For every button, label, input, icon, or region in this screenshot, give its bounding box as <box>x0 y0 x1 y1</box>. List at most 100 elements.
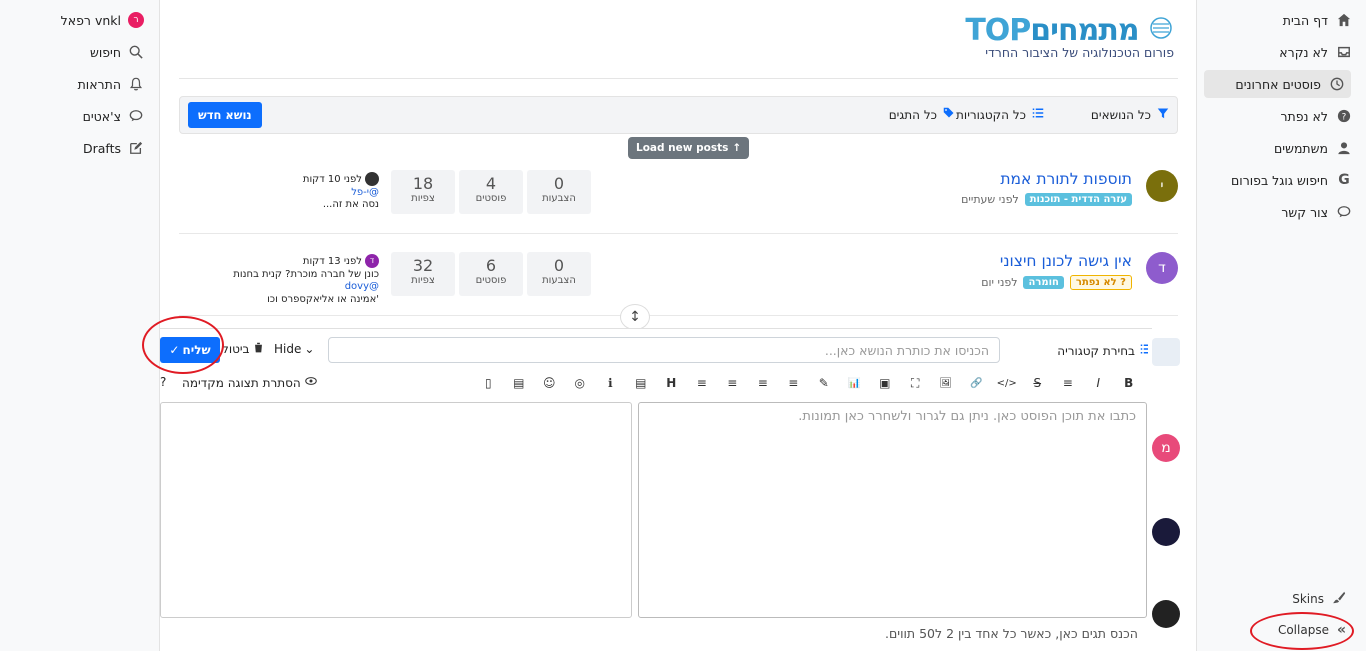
all-categories-filter[interactable]: כל הקטגוריות <box>956 107 1044 122</box>
avatar[interactable] <box>1152 600 1180 628</box>
hide-label: Hide <box>274 342 302 356</box>
tags-input[interactable]: הכנס תגים כאן, כאשר כל אחד בין 2 ל50 תוו… <box>885 626 1138 641</box>
align-center-button[interactable]: ≡ <box>748 376 779 390</box>
search-icon <box>128 44 144 60</box>
sidebar-item-label: פוסטים אחרונים <box>1235 76 1321 92</box>
align-justify-button[interactable]: ≡ <box>687 376 718 390</box>
topic-title[interactable]: אין גישה לכונן חיצוני <box>1000 252 1132 270</box>
sidebar-item-unread[interactable]: לא נקרא <box>1204 38 1366 66</box>
composer-resize-handle[interactable]: ↕ <box>620 304 650 330</box>
topic-toolbar: נושא חדש כל הנושאים כל הקטגוריות כל התגי… <box>179 96 1178 134</box>
sidebar-item-google-search[interactable]: חיפוש גוגל בפורום G <box>1204 166 1366 194</box>
drafts-button[interactable]: Drafts <box>0 135 150 161</box>
last-post-time: לפני 13 דקות <box>302 256 362 267</box>
votes-stat: 0 הצבעות <box>527 170 591 214</box>
posts-stat: 4 פוסטים <box>459 170 523 214</box>
user-menu[interactable]: רפאל vnkl ר <box>0 7 150 33</box>
topic-row[interactable]: י תוספות לתורת אמת עזרה הדדית - תוכנות ל… <box>179 152 1178 234</box>
last-post-teaser[interactable]: לפני 10 דקות @י-פל נסה את זה... <box>199 172 379 212</box>
heading-button[interactable]: H <box>656 376 687 390</box>
main-content: TOPמתמחים פורום הטכנולוגיה של הציבור החר… <box>160 0 1196 651</box>
avatar[interactable] <box>1152 338 1180 366</box>
bold-button[interactable]: B <box>1114 376 1145 390</box>
code-button[interactable]: </> <box>992 378 1023 389</box>
list-button[interactable]: ≡ <box>1053 376 1084 390</box>
svg-text:?: ? <box>1342 113 1347 123</box>
discard-label: ביטול <box>222 342 250 356</box>
sidebar-item-recent[interactable]: פוסטים אחרונים <box>1204 70 1351 98</box>
topic-title[interactable]: תוספות לתורת אמת <box>1000 170 1132 188</box>
all-topics-filter[interactable]: כל הנושאים <box>1091 107 1169 122</box>
sidebar-item-users[interactable]: משתמשים <box>1204 134 1366 162</box>
site-logo[interactable]: TOPמתמחים פורום הטכנולוגיה של הציבור החר… <box>965 14 1174 60</box>
topic-title-input[interactable]: הכניסו את כותרת הנושא כאן... <box>328 337 1000 363</box>
avatar[interactable]: מ <box>1152 434 1180 462</box>
topic-meta: עזרה הדדית - תוכנות לפני שעתיים <box>961 193 1132 206</box>
notifications-button[interactable]: התראות <box>0 71 150 97</box>
skins-button[interactable]: Skins <box>1292 590 1346 607</box>
info-button[interactable]: ℹ <box>595 376 626 390</box>
chats-label: צ'אטים <box>82 108 121 124</box>
align-left-button[interactable]: ≡ <box>778 376 809 390</box>
hide-button[interactable]: Hide ⌄ <box>274 342 314 356</box>
post-content-textarea[interactable]: כתבו את תוכן הפוסט כאן. ניתן גם לגרור ול… <box>638 402 1147 618</box>
skins-label: Skins <box>1292 591 1324 606</box>
chats-button[interactable]: צ'אטים <box>0 103 150 129</box>
topic-time: לפני שעתיים <box>961 193 1019 206</box>
category-selector[interactable]: בחירת קטגוריה <box>1057 343 1152 358</box>
last-post-user[interactable]: @י-פל <box>199 187 379 200</box>
sidebar-item-unsolved[interactable]: לא נפתר ? <box>1204 102 1366 130</box>
file-button[interactable]: ▤ <box>626 376 657 390</box>
preview-pane <box>160 402 632 618</box>
avatar[interactable]: ד <box>1146 252 1178 284</box>
color-button[interactable]: ✎ <box>809 376 840 390</box>
spoiler-button[interactable]: ◎ <box>565 376 596 390</box>
embed-button[interactable]: ▣ <box>870 376 901 390</box>
category-badge[interactable]: עזרה הדדית - תוכנות <box>1024 193 1132 206</box>
avatar[interactable] <box>1152 518 1180 546</box>
logo-subtitle: פורום הטכנולוגיה של הציבור החרדי <box>985 44 1174 60</box>
logo-title-latin: TOP <box>965 13 1031 48</box>
chart-button[interactable]: 📊 <box>839 378 870 389</box>
avatar[interactable]: י <box>1146 170 1178 202</box>
picture-button[interactable]: 🖼 <box>931 378 962 389</box>
filter-icon <box>1157 107 1169 122</box>
image-upload-button[interactable]: ▤ <box>504 376 535 390</box>
home-icon <box>1336 12 1352 28</box>
italic-button[interactable]: I <box>1083 376 1114 390</box>
search-button[interactable]: חיפוש <box>0 39 150 65</box>
last-post-user[interactable]: @dovy <box>345 281 379 292</box>
topic-meta: ? לא נפתר חומרה לפני יום <box>981 275 1132 290</box>
drafts-label: Drafts <box>82 140 121 156</box>
help-button[interactable]: ? <box>160 375 166 389</box>
category-badge[interactable]: חומרה <box>1023 276 1064 289</box>
unsolved-badge: ? לא נפתר <box>1069 275 1132 290</box>
all-topics-label: כל הנושאים <box>1090 107 1151 122</box>
last-post-teaser[interactable]: דלפני 13 דקות כונן של חברה מוכרת? קנית ב… <box>199 254 379 306</box>
link-button[interactable]: 🔗 <box>961 378 992 389</box>
file-upload-button[interactable]: ▯ <box>473 376 504 390</box>
align-right-button[interactable]: ≡ <box>717 376 748 390</box>
bell-icon <box>128 76 144 92</box>
chevron-down-icon: ⌄ <box>304 342 315 356</box>
sidebar-item-contact[interactable]: צור קשר <box>1204 198 1366 226</box>
strikethrough-button[interactable]: S <box>1022 376 1053 390</box>
annotation-circle <box>1250 612 1354 650</box>
inbox-icon <box>1336 44 1352 60</box>
all-categories-label: כל הקטגוריות <box>956 107 1026 122</box>
tags-icon <box>943 107 955 122</box>
new-topic-button[interactable]: נושא חדש <box>188 102 262 128</box>
all-tags-filter[interactable]: כל התגים <box>889 107 955 122</box>
formatting-toolbar: B I ≡ S </> 🔗 🖼 ⛶ ▣ 📊 ✎ ≡ ≡ ≡ ≡ H ▤ ℹ ◎ … <box>473 373 1144 393</box>
user-icon <box>1336 140 1352 156</box>
sidebar-item-home[interactable]: דף הבית <box>1204 6 1366 34</box>
zen-mode-button[interactable]: ⛶ <box>900 376 931 391</box>
votes-stat: 0 הצבעות <box>527 252 591 296</box>
resize-vertical-icon: ↕ <box>629 309 641 325</box>
hide-preview-toggle[interactable]: הסתרת תצוגה מקדימה <box>182 375 317 390</box>
discard-button[interactable]: ביטול <box>222 342 264 356</box>
emoji-button[interactable]: ☺ <box>534 376 565 390</box>
logo-title-hebrew: מתמחים <box>1030 13 1139 48</box>
topic-row[interactable]: ד אין גישה לכונן חיצוני ? לא נפתר חומרה … <box>179 234 1178 316</box>
sidebar-item-label: משתמשים <box>1274 140 1328 156</box>
